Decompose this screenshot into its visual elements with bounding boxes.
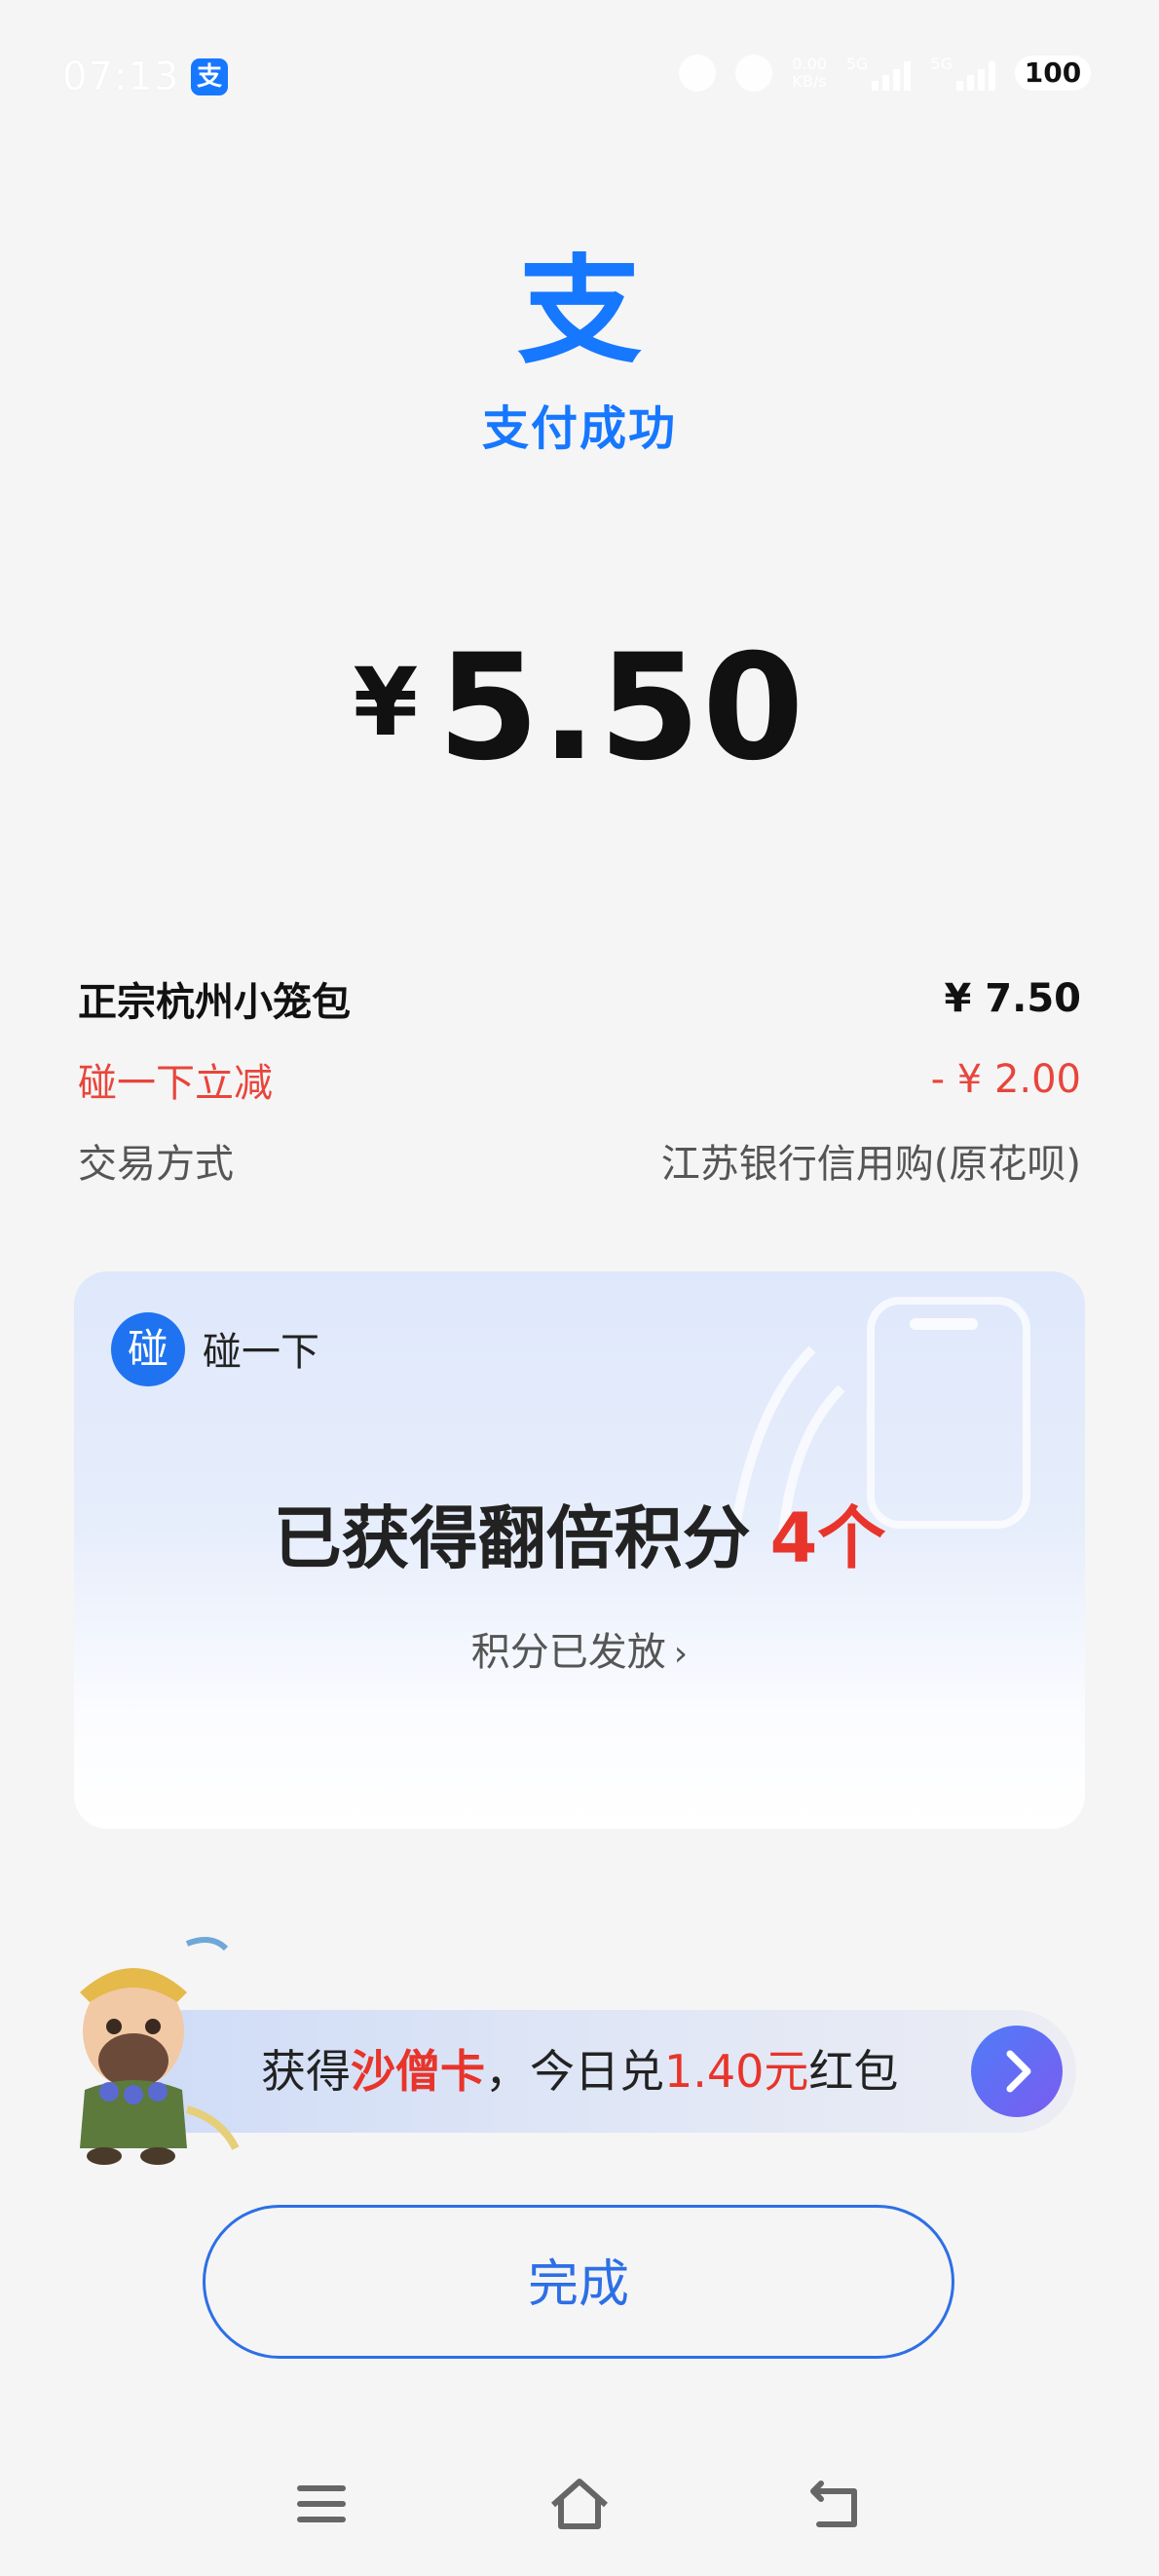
promo-mid: ，今日兑 [485, 2045, 664, 2098]
promo-banner[interactable]: 获得沙僧卡，今日兑1.40元红包 [127, 2010, 1076, 2133]
payment-amount: ¥5.50 [0, 624, 1159, 793]
payment-method-value: 江苏银行信用购(原花呗) [660, 1142, 1081, 1187]
page-title: 支付成功 [481, 401, 677, 456]
promo-text: 获得沙僧卡，今日兑1.40元红包 [261, 2010, 898, 2133]
status-time: 07:13 [62, 55, 180, 99]
alipay-notification-icon: 支 [191, 58, 228, 95]
chevron-right-icon: › [673, 1634, 689, 1674]
promo-card-name: 沙僧卡 [351, 2045, 485, 2098]
menu-icon[interactable] [287, 2470, 355, 2538]
sha-seng-mascot-icon [80, 1937, 240, 2165]
arrow-right-icon [1006, 2050, 1031, 2093]
currency-symbol: ¥ [353, 648, 419, 757]
touch-badge-icon: 碰 [111, 1312, 185, 1386]
alarm-icon [679, 55, 717, 92]
signal-icon-1: 5G [846, 56, 912, 91]
points-issued-link[interactable]: 积分已发放 › [74, 1620, 1085, 1677]
promo-pre: 获得 [261, 2045, 351, 2098]
back-icon[interactable] [804, 2470, 872, 2538]
points-issued-text: 积分已发放 [470, 1630, 666, 1675]
promo-post: 红包 [808, 2045, 899, 2098]
detail-row-item: 正宗杭州小笼包 ¥ 7.50 [78, 965, 1081, 1033]
alipay-logo-glyph: 支 [517, 251, 642, 368]
signal-label-1: 5G [845, 55, 869, 73]
system-nav-bar [0, 2470, 1159, 2548]
discount-label: 碰一下立减 [78, 1061, 273, 1106]
reward-count: 4个 [769, 1498, 886, 1578]
discount-value: - ¥ 2.00 [930, 1057, 1081, 1102]
promo-amount: 1.40元 [664, 2045, 809, 2098]
home-icon[interactable] [545, 2470, 614, 2538]
payment-method-label: 交易方式 [78, 1142, 234, 1187]
touch-reward-card[interactable]: 碰 碰一下 已获得翻倍积分 4个 积分已发放 › [74, 1271, 1085, 1829]
reward-headline: 已获得翻倍积分 4个 [74, 1484, 1085, 1582]
detail-row-payment-method: 交易方式 江苏银行信用购(原花呗) [78, 1126, 1081, 1194]
location-icon [735, 55, 773, 92]
item-name: 正宗杭州小笼包 [78, 980, 351, 1025]
detail-row-discount: 碰一下立减 - ¥ 2.00 [78, 1045, 1081, 1114]
status-bar: 07:13 支 0.00 KB/s 5G 5G 100 [0, 0, 1159, 156]
net-speed: 0.00 KB/s [792, 55, 827, 91]
signal-icon-2: 5G [930, 56, 995, 91]
promo-go-button[interactable] [971, 2026, 1063, 2117]
reward-headline-text: 已获得翻倍积分 [273, 1498, 751, 1578]
signal-label-2: 5G [930, 55, 953, 73]
amount-value: 5.50 [437, 624, 806, 793]
done-button[interactable]: 完成 [203, 2205, 954, 2359]
alipay-logo-icon: 支 [517, 251, 642, 368]
item-price: ¥ 7.50 [944, 976, 1081, 1021]
touch-label: 碰一下 [203, 1330, 319, 1375]
battery-indicator: 100 [1015, 56, 1091, 91]
status-right: 0.00 KB/s 5G 5G 100 [679, 55, 1091, 92]
